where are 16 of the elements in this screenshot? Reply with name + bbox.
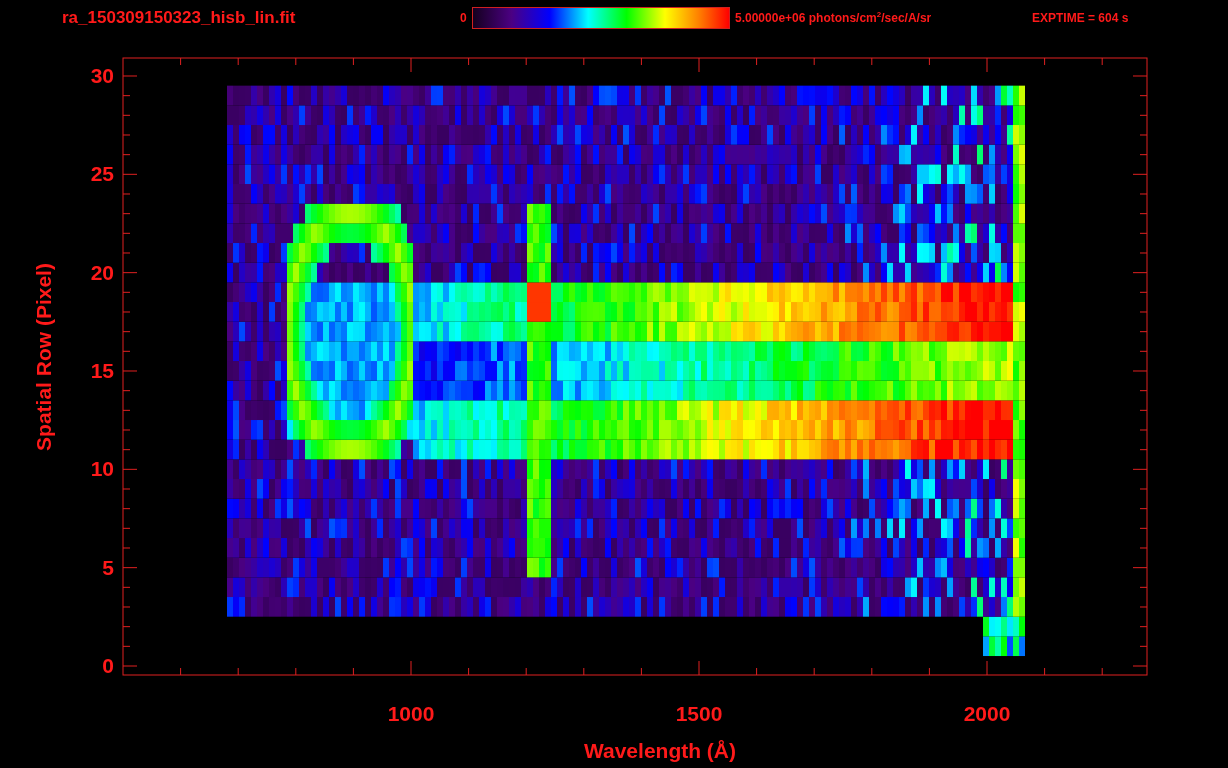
exposure-time: EXPTIME = 604 s	[1032, 10, 1129, 25]
colorbar-min-label: 0	[460, 10, 468, 25]
file-title: ra_150309150323_hisb_lin.fit	[62, 7, 297, 28]
colorbar-max-label: 5.00000e+06 photons/cm$^{2}$/sec/A/sr	[735, 10, 933, 25]
x-tick-label: 2000	[963, 702, 1011, 725]
y-tick-label: 25	[90, 162, 114, 186]
y-tick-label: 20	[90, 260, 114, 284]
y-tick-label: 30	[90, 64, 114, 87]
x-tick-label: 1500	[675, 702, 723, 725]
x-tick-label: 1000	[387, 702, 435, 725]
y-tick-label: 5	[102, 555, 114, 579]
y-tick-label: 0	[102, 654, 114, 677]
y-axis-label: Spatial Row (Pixel)	[32, 263, 55, 451]
y-tick-label: 10	[90, 457, 114, 481]
x-axis-label: Wavelength (Å)	[583, 739, 737, 762]
y-tick-label: 15	[90, 359, 114, 382]
